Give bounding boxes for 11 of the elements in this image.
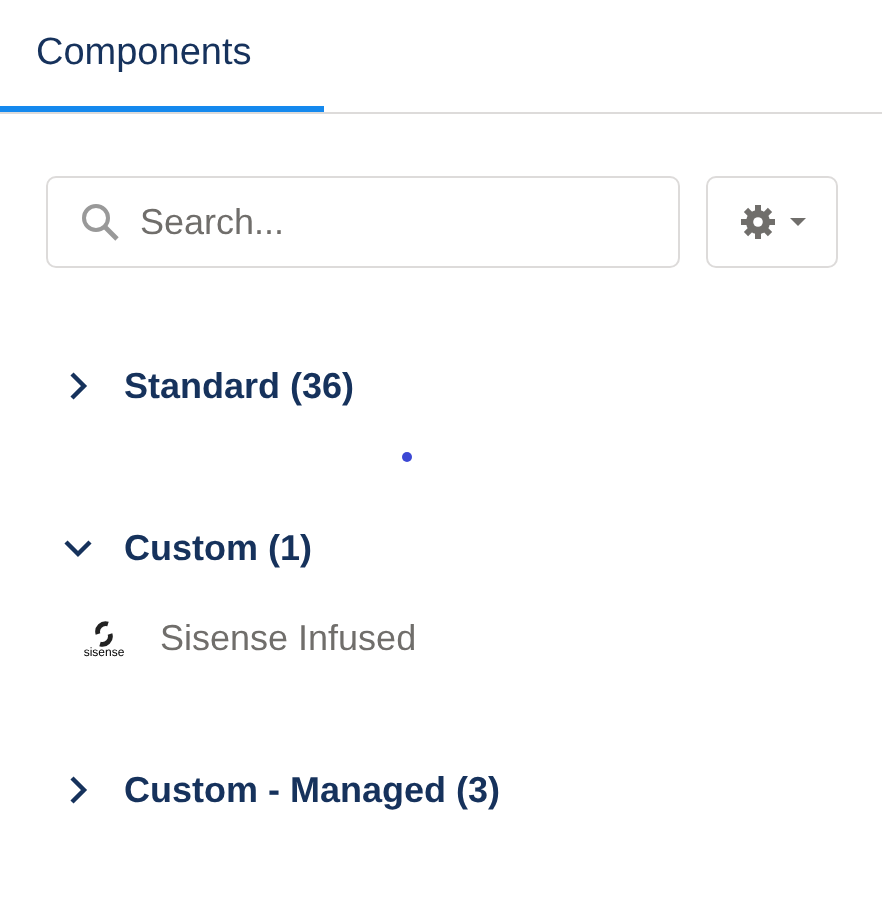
section-header[interactable]: Custom (1)	[60, 518, 312, 578]
section-header[interactable]: Standard (36)	[60, 356, 355, 416]
caret-icon	[790, 218, 806, 226]
gear-icon	[738, 202, 778, 242]
search-field[interactable]: Search...	[46, 176, 680, 268]
settings-button[interactable]	[706, 176, 838, 268]
loading-dot	[402, 452, 412, 462]
tab[interactable]: Components	[0, 0, 324, 112]
section-header[interactable]: Custom - Managed (3)	[60, 760, 501, 820]
search-icon	[80, 202, 120, 242]
component-item[interactable]: Sisense Infused	[160, 618, 417, 660]
